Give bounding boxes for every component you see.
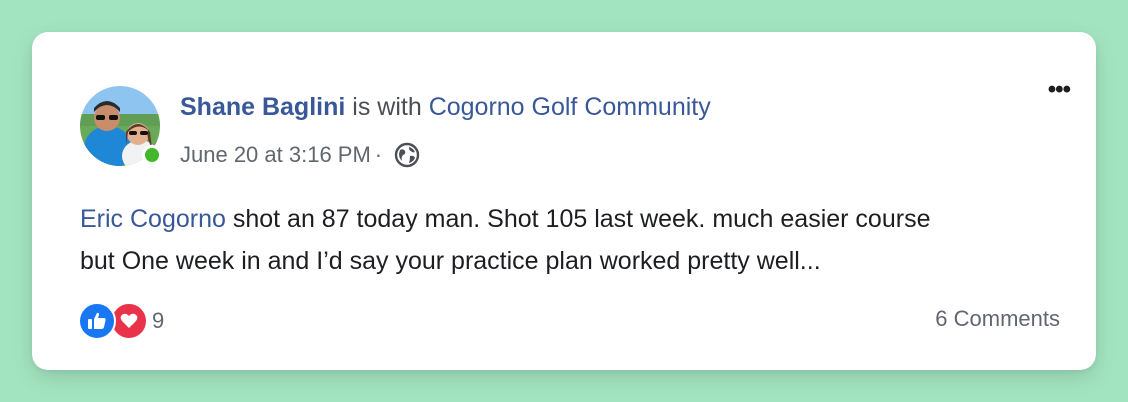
post-meta: June 20 at 3:16 PM ·: [180, 140, 420, 170]
comments-link[interactable]: 6 Comments: [935, 306, 1060, 332]
meta-separator: ·: [374, 142, 383, 167]
like-icon: [78, 302, 116, 340]
post-body-line-1: Eric Cogorno shot an 87 today man. Shot …: [80, 198, 1070, 240]
post-body-line-1-text: shot an 87 today man. Shot 105 last week…: [225, 205, 931, 233]
reactions-summary[interactable]: 9: [78, 302, 164, 340]
post-timestamp[interactable]: June 20 at 3:16 PM: [180, 140, 371, 170]
online-status-dot: [142, 145, 162, 165]
with-text: is with: [352, 93, 422, 121]
mention-link[interactable]: Eric Cogorno: [80, 205, 226, 233]
group-link[interactable]: Cogorno Golf Community: [429, 93, 711, 121]
more-options-icon[interactable]: •••: [1048, 78, 1071, 102]
post-body-line-2: but One week in and I’d say your practic…: [80, 247, 821, 275]
reaction-count: 9: [152, 308, 165, 333]
post-card: Shane Baglini is with Cogorno Golf Commu…: [32, 32, 1096, 370]
globe-icon[interactable]: [394, 142, 420, 168]
post-body: Eric Cogorno shot an 87 today man. Shot …: [80, 198, 1070, 282]
author-name-link[interactable]: Shane Baglini: [180, 93, 345, 121]
post-header: Shane Baglini is with Cogorno Golf Commu…: [180, 90, 711, 124]
